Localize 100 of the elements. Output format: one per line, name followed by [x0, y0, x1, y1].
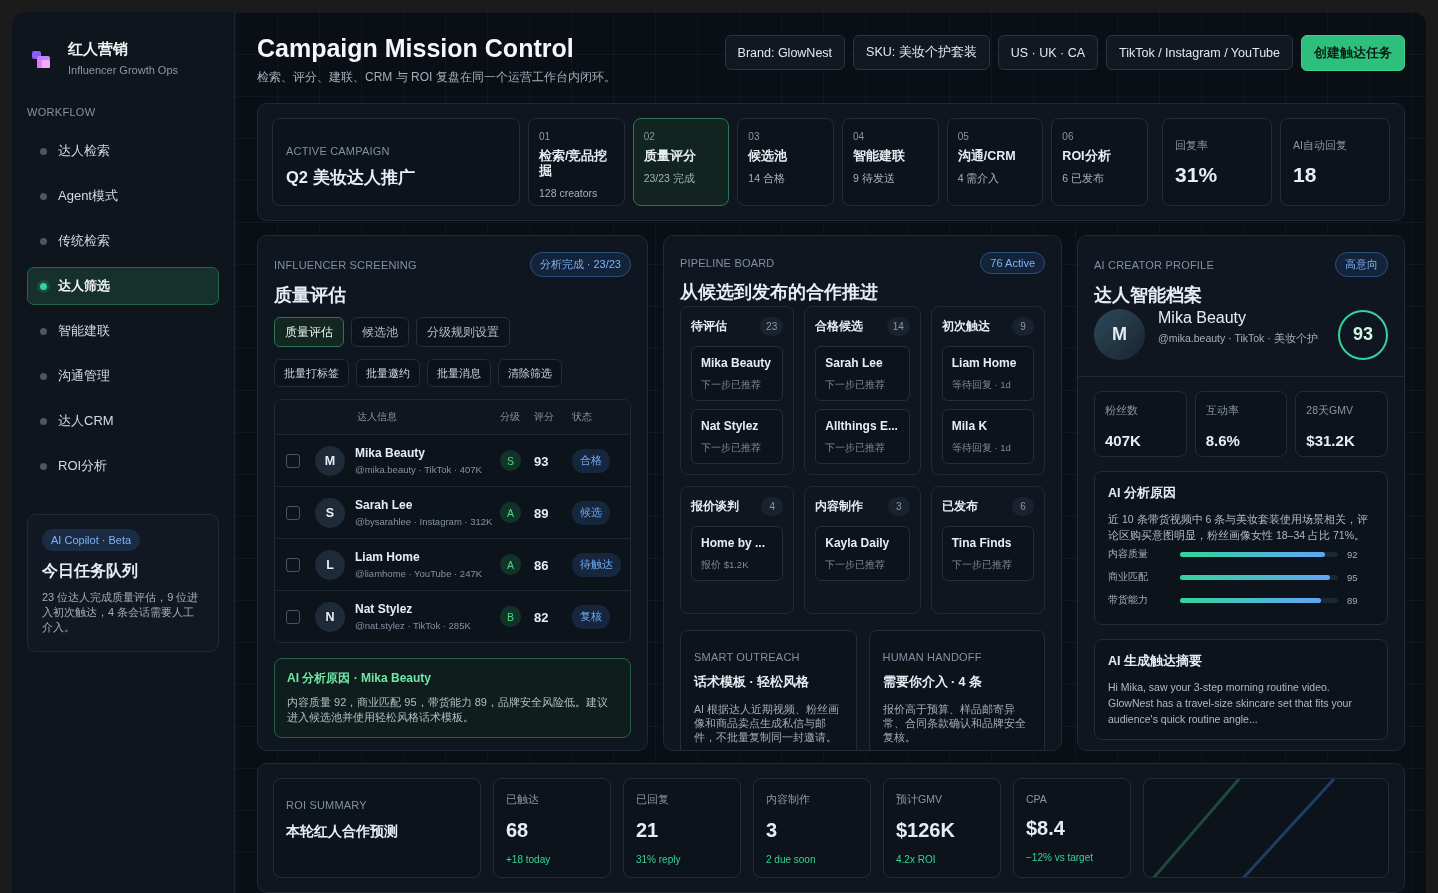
copilot-badge: AI Copilot · Beta — [42, 529, 141, 551]
filter-chip[interactable]: TikTok / Instagram / YouTube — [1106, 35, 1293, 70]
score-value: 82 — [534, 609, 549, 625]
filter-chip[interactable]: Brand: GlowNest — [724, 35, 846, 70]
nav-item[interactable]: ROI分析 — [27, 447, 219, 485]
tab[interactable]: 候选池 — [351, 317, 409, 347]
creator-card[interactable]: Home by ... 报价 $1.2K — [691, 526, 784, 581]
tab[interactable]: 质量评估 — [274, 317, 344, 347]
panel-title: 从候选到发布的合作推进 — [680, 281, 879, 304]
nav-item[interactable]: 传统检索 — [27, 222, 219, 260]
next-step-note: 下一步已推荐 — [825, 379, 887, 392]
card-eyebrow: HUMAN HANDOFF — [882, 651, 983, 663]
stage-name: 候选池 — [748, 149, 789, 164]
column-header: 达人信息 — [357, 410, 397, 424]
status-badge: 分析完成 · 23/23 — [529, 252, 631, 277]
creator-card[interactable]: Mila K 等待回复 · 1d — [941, 409, 1034, 464]
next-step-note: 下一步已推荐 — [825, 559, 887, 572]
nav-item[interactable]: 达人检索 — [27, 132, 219, 170]
creator-card[interactable]: Sarah Lee 下一步已推荐 — [815, 346, 910, 401]
row-checkbox[interactable] — [286, 505, 300, 520]
stat-value: $31.2K — [1306, 432, 1356, 449]
metric-label: 已触达 — [506, 793, 540, 807]
panel-eyebrow: PIPELINE BOARD — [680, 257, 775, 269]
creator-card[interactable]: Nat Stylez 下一步已推荐 — [691, 409, 784, 464]
creator-name: Sarah Lee — [825, 356, 884, 370]
row-checkbox[interactable] — [286, 453, 300, 468]
row-checkbox[interactable] — [286, 557, 300, 572]
card-title: 话术模板 · 轻松风格 — [694, 674, 811, 691]
copilot-title: 今日任务队列 — [42, 561, 139, 581]
nav-item[interactable]: 沟通管理 — [27, 357, 219, 395]
creator-name: Liam Home — [951, 356, 1018, 370]
tab[interactable]: 分级规则设置 — [416, 317, 510, 347]
metric-label: 预计GMV — [896, 793, 943, 807]
stage-card[interactable]: 01 检索/竞品挖掘 128 creators — [528, 118, 625, 206]
intent-badge: 高意向 — [1335, 252, 1388, 277]
metric-value: 3 — [766, 819, 779, 842]
bulk-action-button[interactable]: 批量消息 — [427, 359, 491, 387]
nav-item[interactable]: 达人筛选 — [27, 267, 219, 305]
next-step-note: 下一步已推荐 — [825, 442, 887, 455]
status-badge: 待触达 — [572, 552, 621, 577]
column-header: 评分 — [534, 411, 554, 422]
next-step-note: 下一步已推荐 — [701, 379, 762, 392]
stage-card[interactable]: 05 沟通/CRM 4 需介入 — [946, 118, 1044, 206]
stage-detail: 6 已发布 — [1062, 172, 1106, 186]
stat-value: 8.6% — [1205, 432, 1241, 449]
stage-card[interactable]: 02 质量评分 23/23 完成 — [632, 118, 730, 206]
next-step-note: 下一步已推荐 — [701, 442, 762, 455]
campaign-name: Q2 美妆达人推广 — [286, 167, 416, 188]
row-checkbox[interactable] — [286, 609, 300, 624]
stage-card[interactable]: 06 ROI分析 6 已发布 — [1051, 118, 1149, 206]
creator-card[interactable]: Liam Home 等待回复 · 1d — [941, 346, 1034, 401]
roi-title: 本轮红人合作预测 — [286, 823, 399, 841]
creator-name: Nat Stylez — [701, 419, 760, 433]
bulk-action-button[interactable]: 清除筛选 — [498, 359, 562, 387]
bar-value: 89 — [1347, 595, 1358, 606]
avatar: N — [315, 601, 345, 632]
metric-value: 21 — [636, 819, 660, 842]
avatar: M — [1094, 309, 1145, 360]
creator-card[interactable]: Tina Finds 下一步已推荐 — [941, 526, 1034, 581]
roi-eyebrow: ROI SUMMARY — [286, 799, 368, 811]
stage-name: 智能建联 — [853, 149, 906, 164]
panel-title: 达人智能档案 — [1094, 284, 1203, 307]
next-step-note: 报价 $1.2K — [701, 559, 750, 572]
bulk-action-button[interactable]: 批量邀约 — [356, 359, 420, 387]
filter-chip[interactable]: SKU: 美妆个护套装 — [853, 35, 990, 70]
nav-item[interactable]: 智能建联 — [27, 312, 219, 350]
section-label: WORKFLOW — [27, 106, 97, 118]
stage-detail: 14 合格 — [748, 172, 786, 186]
stage-card[interactable]: 03 候选池 14 合格 — [737, 118, 834, 206]
stage-number: 01 — [539, 131, 552, 142]
page-title: Campaign Mission Control — [257, 34, 575, 63]
creator-card[interactable]: Kayla Daily 下一步已推荐 — [815, 526, 910, 581]
app-title: 红人营销 — [68, 40, 129, 59]
stage-number: 03 — [748, 131, 761, 142]
nav-item[interactable]: 达人CRM — [27, 402, 219, 440]
next-step-note: 等待回复 · 1d — [951, 442, 1012, 455]
creator-card[interactable]: Mika Beauty 下一步已推荐 — [691, 346, 784, 401]
metric-value: 68 — [506, 819, 530, 842]
creator-meta: @mika.beauty · TikTok · 407K — [355, 464, 482, 475]
bulk-action-button[interactable]: 批量打标签 — [274, 359, 349, 387]
page-subtitle: 检索、评分、建联、CRM 与 ROI 复盘在同一个运营工作台内闭环。 — [257, 69, 616, 86]
metric-label: 内容制作 — [766, 793, 811, 807]
logo-icon — [32, 48, 50, 68]
creator-name: Mika Beauty — [355, 446, 427, 460]
campaign-label: ACTIVE CAMPAIGN — [286, 145, 391, 157]
next-step-note: 等待回复 · 1d — [951, 379, 1012, 392]
create-task-button[interactable]: 创建触达任务 — [1301, 35, 1405, 71]
stage-card[interactable]: 04 智能建联 9 待发送 — [842, 118, 939, 206]
reason-title: AI 分析原因 · Mika Beauty — [287, 670, 433, 687]
nav-item[interactable]: Agent模式 — [27, 177, 219, 215]
creator-card[interactable]: Allthings E... 下一步已推荐 — [815, 409, 910, 464]
card-title: AI 生成触达摘要 — [1108, 653, 1203, 670]
status-badge: 候选 — [572, 500, 610, 525]
grade-badge: A — [500, 554, 521, 575]
stage-number: 06 — [1062, 131, 1075, 142]
score-value: 89 — [534, 505, 549, 521]
card-title: AI 分析原因 — [1108, 485, 1177, 502]
creator-name: Kayla Daily — [825, 536, 891, 550]
count-badge: 9 — [1012, 317, 1034, 336]
filter-chip[interactable]: US · UK · CA — [997, 35, 1099, 70]
